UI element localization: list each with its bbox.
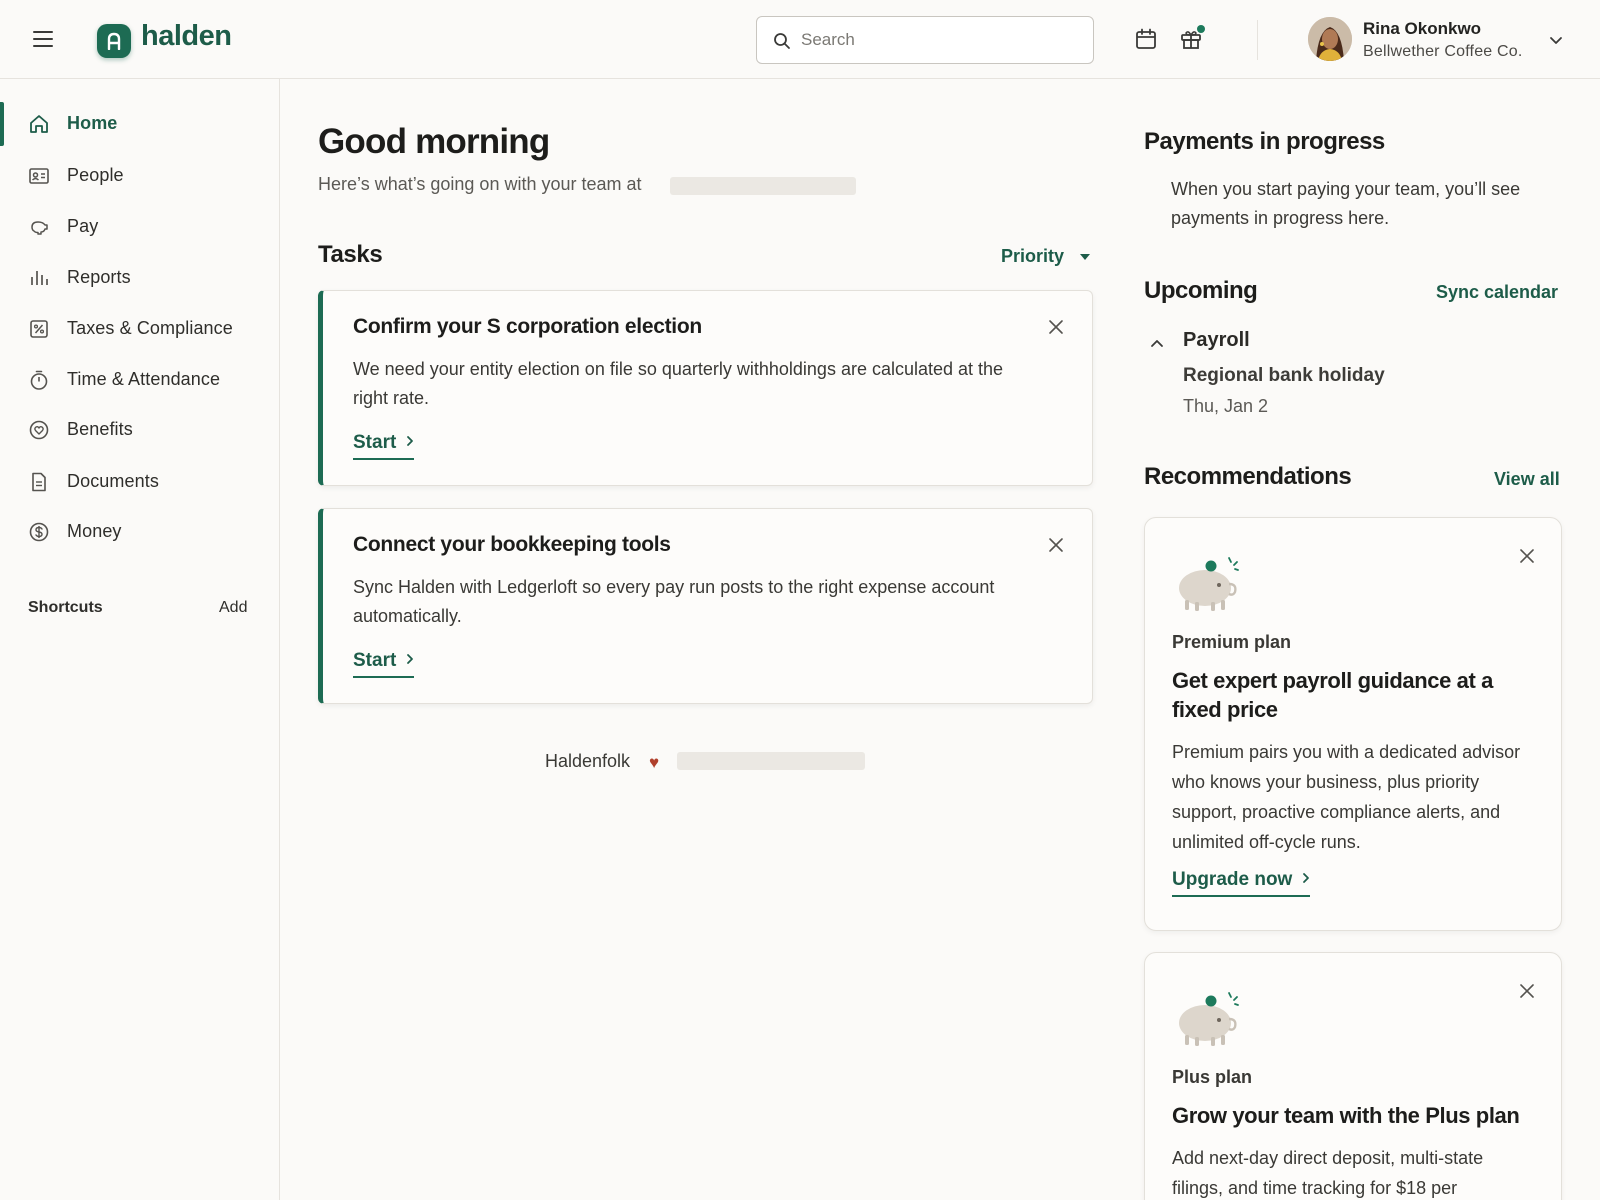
recommendation-card: Plus plan Grow your team with the Plus p… [1144, 952, 1562, 1200]
heart-icon: ♥ [649, 753, 660, 772]
task-description: Sync Halden with Ledgerloft so every pay… [353, 577, 995, 626]
tasks-title: Tasks [318, 241, 383, 268]
sidebar-item-label: Home [67, 113, 118, 133]
payments-empty-text: When you start paying your team, you’ll … [1171, 179, 1521, 228]
recommendation-body: Premium pairs you with a dedicated advis… [1172, 742, 1521, 852]
start-task-button[interactable]: Start [353, 431, 415, 460]
user-name[interactable]: Rina Okonkwo [1363, 19, 1481, 39]
shortcuts-add-button[interactable]: Add [219, 599, 247, 617]
redacted-footer-text [677, 752, 865, 770]
document-icon [28, 471, 50, 493]
sidebar-item-label: Money [67, 521, 122, 541]
percent-icon [28, 318, 50, 340]
page-subtitle: Here’s what’s going on with your team at [318, 174, 642, 194]
close-icon[interactable] [1519, 548, 1535, 564]
chevron-right-icon [406, 431, 414, 453]
footer-text: Haldenfolk [545, 751, 631, 771]
sidebar-item-label: Documents [67, 471, 159, 491]
dollar-circle-icon [28, 521, 50, 543]
user-company[interactable]: Bellwether Coffee Co. [1363, 43, 1523, 61]
search-input[interactable] [801, 17, 1081, 63]
bar-chart-icon [28, 267, 50, 289]
task-card: Connect your bookkeeping tools Sync Hald… [318, 508, 1093, 704]
upcoming-event-title: Regional bank holiday [1183, 365, 1385, 386]
search-box[interactable] [756, 16, 1094, 64]
sidebar-item-label: Taxes & Compliance [67, 318, 233, 338]
upgrade-now-label: Upgrade now [1172, 869, 1293, 890]
recommendation-title: Get expert payroll guidance at a fixed p… [1172, 668, 1493, 722]
sidebar-item-pay[interactable]: Pay [0, 205, 279, 249]
sidebar-item-label: People [67, 165, 124, 185]
sidebar-item-taxes-compliance[interactable]: Taxes & Compliance [0, 307, 279, 351]
piggy-bank-illustration-icon [1177, 554, 1247, 618]
close-icon[interactable] [1519, 983, 1535, 999]
home-icon [28, 113, 50, 135]
sidebar-item-label: Reports [67, 267, 131, 287]
sidebar-item-label: Time & Attendance [67, 369, 221, 389]
shortcuts-title: Shortcuts [28, 599, 103, 616]
task-card: Confirm your S corporation election We n… [318, 290, 1093, 486]
chevron-up-icon[interactable] [1150, 335, 1164, 353]
chevron-right-icon [1302, 868, 1310, 890]
task-description: We need your entity election on file so … [353, 359, 1004, 408]
header-divider [1257, 20, 1258, 60]
close-icon[interactable] [1048, 537, 1064, 553]
redacted-company-name [670, 177, 856, 195]
top-bar: halden Rina Okonkwo Bellwether Coffee Co… [0, 0, 1600, 79]
sidebar-item-documents[interactable]: Documents [0, 460, 279, 504]
heart-badge-icon [28, 419, 50, 441]
stopwatch-icon [28, 369, 50, 391]
sync-calendar-link[interactable]: Sync calendar [1436, 282, 1558, 303]
upgrade-now-button[interactable]: Upgrade now [1172, 868, 1311, 897]
sidebar-item-money[interactable]: Money [0, 510, 279, 554]
caret-down-icon[interactable] [1080, 254, 1090, 260]
recommendations-title: Recommendations [1144, 463, 1352, 490]
sidebar-item-benefits[interactable]: Benefits [0, 408, 279, 452]
recommendation-card: Premium plan Get expert payroll guidance… [1144, 517, 1562, 931]
upcoming-title: Upcoming [1144, 277, 1258, 304]
sidebar: Home People Pay Reports Taxes & Complian… [0, 79, 280, 1200]
sidebar-item-time-attendance[interactable]: Time & Attendance [0, 358, 279, 402]
upcoming-event-date: Thu, Jan 2 [1183, 396, 1269, 416]
search-icon [774, 33, 790, 49]
recommendation-plan: Premium plan [1172, 632, 1292, 652]
recommendation-plan: Plus plan [1172, 1067, 1253, 1087]
calendar-icon[interactable] [1135, 28, 1159, 52]
sidebar-item-people[interactable]: People [0, 154, 279, 198]
start-label: Start [353, 650, 397, 671]
hamburger-menu-icon[interactable] [33, 31, 53, 47]
priority-sort-dropdown[interactable]: Priority [1001, 246, 1064, 267]
avatar[interactable] [1308, 17, 1352, 61]
logo-text[interactable]: halden [141, 20, 232, 53]
halden-logo-icon[interactable] [97, 24, 131, 58]
gift-icon[interactable] [1180, 25, 1205, 52]
notification-dot [1197, 25, 1205, 33]
payments-title: Payments in progress [1144, 128, 1385, 155]
sidebar-item-reports[interactable]: Reports [0, 256, 279, 300]
chevron-right-icon [406, 649, 414, 671]
view-all-link[interactable]: View all [1494, 469, 1560, 490]
piggy-bank-icon [28, 216, 50, 238]
recommendation-title: Grow your team with the Plus plan [1172, 1103, 1520, 1128]
start-label: Start [353, 432, 397, 453]
recommendation-body: Add next-day direct deposit, multi-state… [1172, 1148, 1484, 1198]
page-title: Good morning [318, 122, 550, 161]
task-title: Connect your bookkeeping tools [353, 533, 671, 556]
piggy-bank-illustration-icon [1177, 989, 1247, 1053]
start-task-button[interactable]: Start [353, 649, 415, 678]
sidebar-item-label: Pay [67, 216, 99, 236]
chevron-down-icon[interactable] [1549, 33, 1563, 51]
task-title: Confirm your S corporation election [353, 315, 702, 338]
id-card-icon [28, 165, 50, 187]
upcoming-category: Payroll [1183, 329, 1250, 351]
sidebar-item-home[interactable]: Home [0, 102, 279, 146]
sidebar-item-label: Benefits [67, 419, 133, 439]
close-icon[interactable] [1048, 319, 1064, 335]
